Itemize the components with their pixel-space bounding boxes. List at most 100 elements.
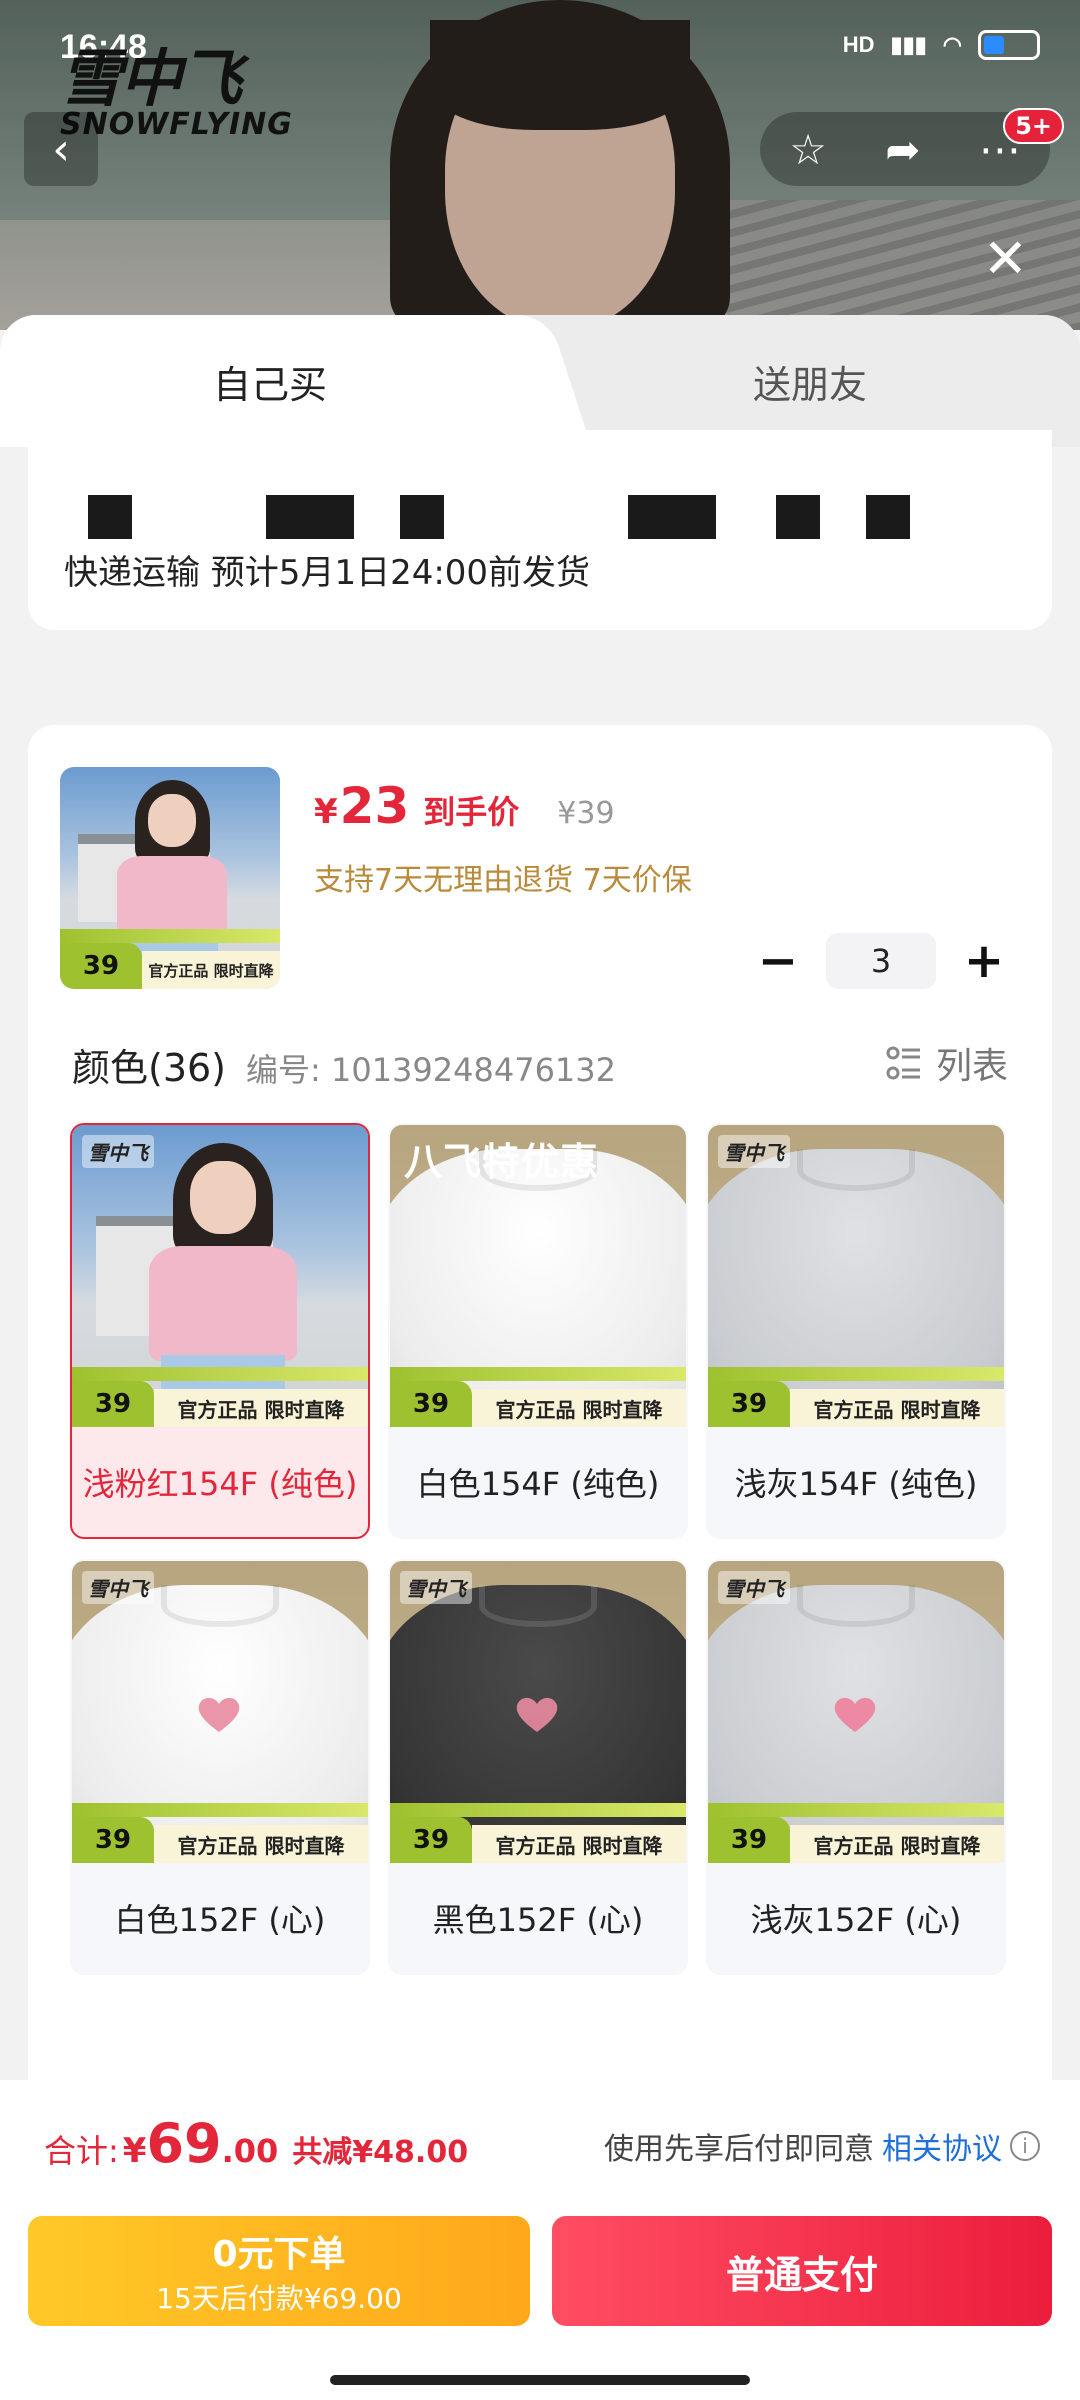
thumb-banner-price: 39 [60, 943, 142, 989]
color-option[interactable]: 雪中飞 39 官方正品 限时直降 白色152F (心) [70, 1559, 370, 1975]
original-price: ¥39 [557, 796, 615, 831]
sku-banner-price: 39 [708, 1381, 790, 1427]
color-option-label: 黑色152F (心) [432, 1901, 644, 1939]
list-view-toggle[interactable]: 列表 [886, 1037, 1008, 1089]
sku-logo: 雪中飞 [718, 1135, 790, 1168]
thumb-shirt [117, 855, 228, 941]
total-decimal: .00 [221, 2132, 279, 2170]
back-button[interactable]: ‹ [24, 112, 98, 186]
sku-banner: 39 官方正品 限时直降 [390, 1381, 686, 1427]
color-title: 颜色(36) [72, 1046, 227, 1090]
sku-banner-text: 官方正品 限时直降 [790, 1825, 1004, 1863]
price-row: ¥ 23 到手价 ¥39 [314, 777, 615, 835]
quantity-minus-button[interactable]: − [748, 931, 808, 991]
cart-badge: 5+ [1003, 108, 1064, 144]
total-row: 合计: ¥ 69 .00 共减¥48.00 [44, 2112, 468, 2175]
info-icon[interactable]: i [1010, 2131, 1040, 2161]
color-option-label: 白色152F (心) [114, 1901, 326, 1939]
purchase-tabs: 送朋友 自己买 [0, 315, 1080, 447]
sku-banner-price: 39 [390, 1381, 472, 1427]
zero-down-order-button[interactable]: 0元下单 15天后付款¥69.00 [28, 2216, 530, 2326]
total-label: 合计: [44, 2132, 119, 2170]
color-grid: 雪中飞 39 官方正品 限时直降 浅粉红154F (纯色) 八飞特优惠 39 官… [70, 1123, 1010, 1975]
color-option-image: 雪中飞 39 官方正品 限时直降 [708, 1125, 1004, 1427]
total-integer: 69 [146, 2112, 222, 2175]
wifi-icon: ◠ [942, 32, 962, 57]
share-icon[interactable]: ➦ [885, 125, 920, 174]
checkout-footer: 合计: ¥ 69 .00 共减¥48.00 使用先享后付即同意 相关协议 i 0… [0, 2080, 1080, 2400]
shipping-estimate: 快递运输 预计5月1日24:00前发货 [64, 553, 591, 593]
color-option-image: 雪中飞 39 官方正品 限时直降 [72, 1561, 368, 1863]
price-currency: ¥ [314, 792, 338, 832]
color-option-image: 八飞特优惠 39 官方正品 限时直降 [390, 1125, 686, 1427]
thumb-banner: 39 官方正品 限时直降 [60, 943, 280, 989]
tab-buy-self-label: 自己买 [212, 362, 327, 407]
list-label: 列表 [935, 1046, 1008, 1087]
sku-logo: 雪中飞 [82, 1135, 154, 1168]
sku-banner-price: 39 [72, 1381, 154, 1427]
color-option[interactable]: 雪中飞 39 官方正品 限时直降 浅灰154F (纯色) [706, 1123, 1006, 1539]
color-option-label: 白色154F (纯色) [416, 1465, 660, 1503]
color-option[interactable]: 八飞特优惠 39 官方正品 限时直降 白色154F (纯色) [388, 1123, 688, 1539]
heart-icon [835, 1697, 876, 1732]
sku-logo: 雪中飞 [718, 1571, 790, 1604]
sku-banner: 39 官方正品 限时直降 [72, 1381, 368, 1427]
sku-banner-top [390, 1367, 686, 1381]
sku-banner-price: 39 [390, 1817, 472, 1863]
sku-banner-text: 官方正品 限时直降 [790, 1389, 1004, 1427]
thumb-banner-text: 官方正品 限时直降 [142, 951, 280, 989]
service-guarantee: 支持7天无理由退货 7天价保 [314, 863, 692, 898]
color-option-image: 雪中飞 39 官方正品 限时直降 [708, 1561, 1004, 1863]
sku-face [190, 1161, 256, 1234]
favorite-star-icon[interactable]: ☆ [789, 125, 827, 174]
sku-banner: 39 官方正品 限时直降 [708, 1817, 1004, 1863]
sku-banner-top [708, 1367, 1004, 1381]
sku-banner-text: 官方正品 限时直降 [472, 1389, 686, 1427]
color-option[interactable]: 雪中飞 39 官方正品 限时直降 浅粉红154F (纯色) [70, 1123, 370, 1539]
list-icon [886, 1046, 920, 1080]
total-saving: 共减¥48.00 [292, 2135, 469, 2170]
thumb-face [148, 793, 197, 847]
color-option-label: 浅灰154F (纯色) [734, 1465, 978, 1503]
quantity-plus-button[interactable]: + [954, 931, 1014, 991]
normal-pay-button[interactable]: 普通支付 [552, 2216, 1052, 2326]
close-icon[interactable]: ✕ [983, 232, 1028, 286]
price-label: 到手价 [423, 793, 520, 831]
sku-banner: 39 官方正品 限时直降 [708, 1381, 1004, 1427]
color-option-label: 浅灰152F (心) [750, 1901, 962, 1939]
brand-name-cn: 雪中飞 [60, 42, 242, 115]
sku-banner: 39 官方正品 限时直降 [72, 1817, 368, 1863]
sku-banner: 39 官方正品 限时直降 [390, 1817, 686, 1863]
sku-logo: 雪中飞 [82, 1571, 154, 1604]
signal-icon: ▮▮▮ [890, 32, 927, 57]
sku-banner-text: 官方正品 限时直降 [154, 1389, 368, 1427]
color-option[interactable]: 雪中飞 39 官方正品 限时直降 浅灰152F (心) [706, 1559, 1006, 1975]
color-header: 颜色(36) 编号: 10139248476132 [72, 1037, 616, 1092]
sku-banner-top [72, 1367, 368, 1381]
product-code: 编号: 10139248476132 [246, 1051, 617, 1089]
agreement-link[interactable]: 相关协议 [882, 2124, 1002, 2168]
home-indicator[interactable] [330, 2375, 750, 2385]
total-currency: ¥ [122, 2131, 147, 2171]
tab-buy-self[interactable]: 自己买 [0, 315, 540, 447]
promo-overlay: 八飞特优惠 [404, 1140, 600, 1184]
sku-banner-price: 39 [708, 1817, 790, 1863]
agreement-note: 使用先享后付即同意 相关协议 i [604, 2124, 1040, 2168]
sku-banner-price: 39 [72, 1817, 154, 1863]
chevron-left-icon: ‹ [52, 123, 70, 175]
price-value: 23 [339, 777, 410, 835]
color-option-image: 雪中飞 39 官方正品 限时直降 [390, 1561, 686, 1863]
quantity-stepper: − 3 + [748, 931, 1014, 991]
product-thumbnail[interactable]: 39 官方正品 限时直降 [60, 767, 280, 989]
battery-icon [978, 30, 1040, 60]
sku-logo: 雪中飞 [400, 1571, 472, 1604]
sku-banner-text: 官方正品 限时直降 [154, 1825, 368, 1863]
quantity-value[interactable]: 3 [826, 933, 936, 989]
heart-icon [199, 1697, 240, 1732]
status-icons: HD ▮▮▮ ◠ [843, 30, 1040, 60]
color-option-image: 雪中飞 39 官方正品 限时直降 [72, 1125, 368, 1427]
tab-send-friend[interactable]: 送朋友 [540, 315, 1080, 447]
color-option[interactable]: 雪中飞 39 官方正品 限时直降 黑色152F (心) [388, 1559, 688, 1975]
address-card[interactable]: 快递运输 预计5月1日24:00前发货 [28, 430, 1052, 630]
heart-icon [517, 1697, 558, 1732]
